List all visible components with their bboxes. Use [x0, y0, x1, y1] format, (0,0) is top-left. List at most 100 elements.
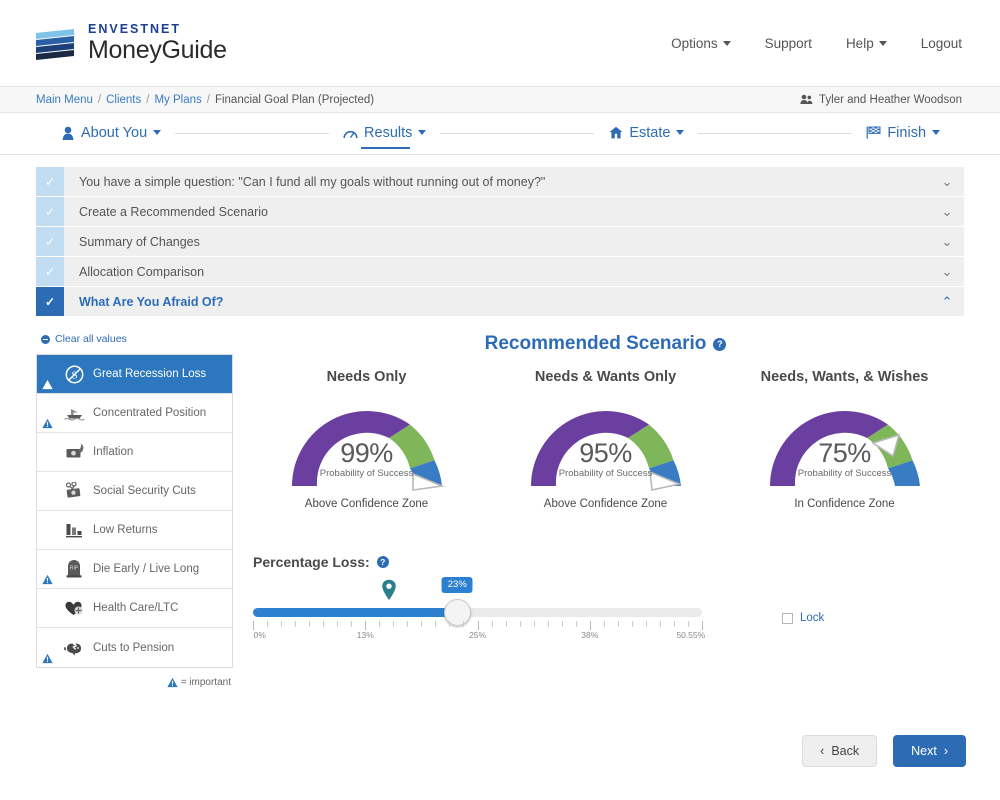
nav-logout[interactable]: Logout — [921, 36, 962, 51]
gauge-chart: 95% Probability of Success — [521, 394, 691, 491]
chevron-right-icon: › — [943, 744, 948, 758]
slider-tick-labels: 0% 13% 25% 38% 50.55% — [253, 630, 706, 644]
breadcrumb-clients[interactable]: Clients — [106, 94, 141, 106]
slider-tick-label: 38% — [581, 630, 599, 640]
back-button[interactable]: ‹ Back — [802, 735, 878, 767]
gauge-title: Needs Only — [326, 369, 407, 385]
step-about-you[interactable]: About You — [60, 124, 162, 143]
app-header: ENVESTNET MoneyGuide Options Support Hel… — [0, 0, 1000, 86]
lock-control[interactable]: Lock — [782, 612, 824, 624]
step-results-label: Results — [364, 124, 413, 141]
accordion-list: ✓ You have a simple question: "Can I fun… — [36, 167, 964, 316]
risk-label: Cuts to Pension — [93, 641, 175, 654]
nav-options[interactable]: Options — [671, 36, 731, 51]
nav-help[interactable]: Help — [846, 36, 887, 51]
brand-logo[interactable]: ENVESTNET MoneyGuide — [34, 21, 227, 65]
breadcrumb: Main Menu / Clients / My Plans / Financi… — [36, 94, 374, 106]
users-icon — [800, 94, 813, 104]
percentage-loss-slider[interactable]: 23% — [253, 577, 702, 626]
risk-item-low-returns[interactable]: Low Returns — [37, 511, 232, 550]
lock-label: Lock — [800, 612, 825, 624]
gauge-value: 75% — [818, 438, 871, 468]
chevron-left-icon: ‹ — [820, 744, 825, 758]
brand-top-text: ENVESTNET — [88, 21, 182, 36]
step-results[interactable]: Results — [343, 124, 427, 149]
risk-label: Low Returns — [93, 524, 158, 536]
step-navigation: About You Results Estate Finish — [0, 113, 1000, 155]
clear-all-values-link[interactable]: Clear all values — [36, 333, 233, 345]
risk-item-concentrated-position[interactable]: Concentrated Position — [37, 394, 232, 433]
accordion-row-what-are-you-afraid-of[interactable]: ✓ What Are You Afraid Of? ⌃ — [36, 287, 964, 316]
gauge-zone-label: In Confidence Zone — [794, 498, 895, 510]
accordion-row-simple-question[interactable]: ✓ You have a simple question: "Can I fun… — [36, 167, 964, 196]
risk-label: Inflation — [93, 446, 134, 458]
money-fire-icon — [64, 442, 85, 463]
check-icon: ✓ — [36, 287, 64, 316]
chevron-down-icon[interactable]: ⌄ — [930, 174, 964, 190]
question-circle-icon[interactable]: ? — [376, 556, 389, 568]
breadcrumb-separator: / — [97, 93, 102, 106]
clear-all-values-label: Clear all values — [55, 333, 127, 345]
page-title-text: Recommended Scenario — [484, 333, 707, 354]
gauge-group: Needs Only 99% Probability of Success Ab… — [247, 369, 964, 510]
risk-item-die-early-live-long[interactable]: RIP Die Early / Live Long — [37, 550, 232, 589]
check-icon: ✓ — [36, 167, 64, 196]
chevron-down-icon[interactable]: ⌄ — [930, 204, 964, 220]
dollar-slash-icon: S — [64, 364, 85, 385]
percentage-loss-control: Percentage Loss: ? 23% 0% 13% 25% 38% 50… — [247, 554, 964, 644]
broken-piggy-bank-icon — [64, 637, 85, 658]
nav-help-label: Help — [845, 35, 874, 51]
flag-icon — [866, 125, 881, 140]
risk-item-great-recession-loss[interactable]: S Great Recession Loss — [37, 355, 232, 394]
risk-item-health-care-ltc[interactable]: Health Care/LTC — [37, 589, 232, 628]
risk-item-social-security-cuts[interactable]: Social Security Cuts — [37, 472, 232, 511]
warning-triangle-icon — [42, 574, 53, 585]
brand-bottom-text: MoneyGuide — [88, 36, 227, 65]
top-navigation: Options Support Help Logout — [671, 36, 962, 51]
risk-item-cuts-to-pension[interactable]: Cuts to Pension — [37, 628, 232, 667]
accordion-row-summary-of-changes[interactable]: ✓ Summary of Changes ⌄ — [36, 227, 964, 256]
slider-ticks — [253, 621, 703, 630]
risk-sidebar: Clear all values S Great Recession Loss … — [36, 333, 233, 688]
question-circle-icon[interactable]: ? — [713, 337, 727, 351]
sinking-ship-icon — [64, 403, 85, 424]
step-estate[interactable]: Estate — [608, 125, 685, 143]
chevron-up-icon[interactable]: ⌃ — [930, 294, 964, 310]
chevron-down-icon — [153, 130, 162, 135]
map-pin-icon — [381, 579, 396, 600]
gauge-caption: Probability of Success — [319, 468, 414, 479]
house-icon — [608, 125, 623, 140]
breadcrumb-main-menu[interactable]: Main Menu — [36, 94, 93, 106]
risk-label: Die Early / Live Long — [93, 563, 200, 575]
step-finish[interactable]: Finish — [866, 125, 941, 143]
risk-label: Social Security Cuts — [93, 485, 196, 497]
check-icon: ✓ — [36, 227, 64, 256]
accordion-label: Allocation Comparison — [79, 264, 205, 279]
main-content: Clear all values S Great Recession Loss … — [0, 317, 1000, 688]
nav-options-label: Options — [671, 35, 718, 51]
step-connector — [698, 133, 853, 134]
percentage-loss-label: Percentage Loss: ? — [253, 554, 708, 570]
step-about-you-label: About You — [81, 124, 148, 141]
next-button[interactable]: Next › — [893, 735, 966, 767]
gauge-caption: Probability of Success — [797, 468, 892, 479]
accordion-label: Create a Recommended Scenario — [79, 204, 268, 219]
risk-item-inflation[interactable]: Inflation — [37, 433, 232, 472]
heart-health-icon — [64, 598, 85, 619]
gauge-value: 99% — [340, 438, 393, 468]
breadcrumb-separator: / — [146, 93, 150, 106]
svg-text:RIP: RIP — [70, 566, 79, 572]
nav-support[interactable]: Support — [765, 36, 812, 51]
slider-track-fill — [253, 608, 458, 617]
bar-chart-down-icon — [64, 520, 85, 541]
current-client[interactable]: Tyler and Heather Woodson — [800, 94, 962, 106]
page-title: Recommended Scenario ? — [247, 333, 964, 355]
footer-actions: ‹ Back Next › — [802, 735, 966, 767]
warning-triangle-icon — [42, 379, 53, 390]
accordion-row-allocation-comparison[interactable]: ✓ Allocation Comparison ⌄ — [36, 257, 964, 286]
chevron-down-icon[interactable]: ⌄ — [930, 234, 964, 250]
breadcrumb-my-plans[interactable]: My Plans — [154, 94, 201, 106]
chevron-down-icon[interactable]: ⌄ — [930, 264, 964, 280]
accordion-row-create-recommended-scenario[interactable]: ✓ Create a Recommended Scenario ⌄ — [36, 197, 964, 226]
lock-checkbox[interactable] — [782, 612, 793, 624]
